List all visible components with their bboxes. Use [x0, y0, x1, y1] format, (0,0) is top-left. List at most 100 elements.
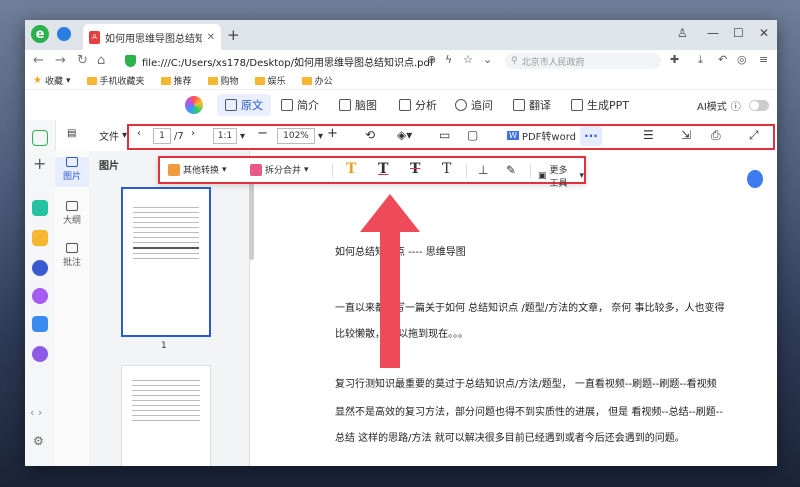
side-tab-images[interactable]: 图片 [55, 157, 89, 187]
tshirt-icon[interactable]: ♙ [677, 26, 688, 40]
menu-followup[interactable]: 追问 [447, 94, 501, 116]
collapse-rail-icon[interactable]: ‹ › [30, 406, 42, 419]
annotation-icon [66, 243, 78, 253]
rotate-icon[interactable]: ⟲ [365, 128, 375, 142]
bookmark-mobile[interactable]: 手机收藏夹 [86, 74, 145, 87]
text-strikethrough-icon[interactable]: T [410, 161, 420, 177]
split-merge-button[interactable]: 拆分合并 ▾ [250, 163, 309, 176]
document-icon [225, 99, 237, 111]
menu-mindmap[interactable]: 脑图 [331, 94, 385, 116]
thumbnail-scrollbar[interactable] [249, 180, 254, 260]
close-window-icon[interactable]: ✕ [759, 26, 769, 40]
pdf-file-icon: A [89, 30, 100, 44]
lightning-icon[interactable]: ϟ [445, 53, 452, 66]
read-mode-icon[interactable]: ▭ [439, 128, 450, 142]
more-tools-dropdown[interactable]: ▣ 更多工具 ▾ [538, 163, 584, 189]
forward-icon[interactable]: → [55, 53, 66, 68]
maximize-icon[interactable]: ☐ [733, 26, 744, 40]
add-rail-icon[interactable]: + [33, 154, 46, 173]
sidebar-toggle-icon[interactable]: ▤ [67, 128, 76, 139]
back-icon[interactable]: ← [33, 53, 44, 68]
prev-page-icon[interactable]: ‹ [137, 128, 141, 139]
zoom-out-icon[interactable]: − [257, 126, 268, 141]
bookmark-favorites[interactable]: ★ 收藏 ▾ [33, 74, 71, 87]
menu-summary[interactable]: 简介 [273, 94, 327, 116]
thumbnail-page-2[interactable] [121, 365, 211, 466]
search-input[interactable]: ⚲ 北京市人民政府 [505, 53, 661, 69]
page-indicator[interactable]: 1/7 [153, 128, 184, 144]
side-tab-outline[interactable]: 大纲 [55, 201, 89, 226]
signature-icon[interactable]: ✎ [506, 163, 516, 177]
zoom-icon[interactable]: ⊕ [427, 53, 436, 66]
browser-secondary-icon[interactable] [57, 27, 71, 41]
page-input[interactable]: 1 [153, 128, 171, 144]
home-icon[interactable]: ⌂ [97, 53, 105, 68]
stamp-icon[interactable]: ⊥ [478, 163, 488, 177]
help-icon[interactable]: ⓘ [731, 98, 741, 113]
url-field[interactable]: file:///C:/Users/xs178/Desktop/如何用思维导图总结… [125, 52, 449, 70]
text-underline-icon[interactable]: T [378, 161, 388, 177]
add-text-icon[interactable]: T [442, 161, 451, 177]
toolbox-icon: ▣ [538, 171, 547, 181]
more-tools-button[interactable]: ··· [580, 126, 602, 146]
extension-icon[interactable]: ✚ [670, 53, 679, 66]
close-tab-icon[interactable]: ✕ [207, 32, 215, 43]
ai-chat-rail-icon[interactable] [32, 316, 48, 332]
zoom-select[interactable]: 102% ▾ [277, 128, 323, 144]
menu-generate-ppt[interactable]: 生成PPT [563, 94, 637, 116]
mindmap-icon [339, 99, 351, 111]
floating-assistant-icon[interactable] [747, 170, 763, 188]
thumbnail-page-1[interactable] [121, 187, 211, 337]
chevron-down-icon[interactable]: ⌄ [483, 53, 492, 66]
print-icon[interactable]: ⎙ [711, 128, 721, 143]
menu-icon[interactable]: ≡ [759, 53, 768, 66]
bookmark-star-icon[interactable]: ☆ [463, 53, 473, 66]
bookmark-shopping[interactable]: 购物 [207, 74, 239, 87]
new-tab-icon[interactable]: + [227, 26, 240, 44]
folder-icon [86, 76, 97, 85]
tab-active[interactable]: A 如何用思维导图总结知识点.pdf ✕ [83, 24, 221, 50]
folder-icon [254, 76, 265, 85]
reload-icon[interactable]: ↻ [77, 53, 88, 68]
search-text-icon[interactable]: ☰ [643, 128, 654, 142]
download-icon[interactable]: ⤓ [698, 53, 703, 67]
ai-mode-switch[interactable] [748, 100, 769, 111]
text-highlight-icon[interactable]: T [346, 161, 356, 177]
next-page-icon[interactable]: › [191, 128, 195, 139]
ai-rail-icon[interactable] [32, 288, 48, 304]
fullscreen-icon[interactable]: ⤢ [749, 128, 759, 143]
highlight-color-icon[interactable]: ◈▾ [397, 128, 412, 142]
ai-logo-icon[interactable] [185, 96, 203, 114]
minimize-icon[interactable]: — [707, 26, 719, 40]
menu-original[interactable]: 原文 [217, 94, 271, 116]
star-rail-icon[interactable] [32, 230, 48, 246]
pdf-to-word-button[interactable]: W PDF转word [507, 128, 576, 143]
settings-icon[interactable]: ⚙ [33, 434, 44, 448]
other-convert-button[interactable]: 其他转换 ▾ [168, 163, 227, 176]
comment-icon[interactable]: ▢ [467, 128, 478, 142]
bot-rail-icon[interactable] [32, 346, 48, 362]
fit-select[interactable]: 1:1 ▾ [213, 128, 245, 144]
bookmark-office[interactable]: 办公 [301, 74, 333, 87]
file-menu[interactable]: 文件 ▾ [99, 128, 127, 143]
network-rail-icon[interactable] [32, 260, 48, 276]
export-icon[interactable]: ⇲ [681, 128, 691, 142]
thumbnail-panel: 图片 1 [89, 151, 250, 466]
thumbnail-title: 图片 [99, 161, 119, 172]
browser-logo-icon[interactable]: e [31, 25, 49, 43]
menu-translate[interactable]: 翻译 [505, 94, 559, 116]
zoom-in-icon[interactable]: + [327, 126, 338, 141]
side-tab-annotations[interactable]: 批注 [55, 243, 89, 268]
menu-analysis[interactable]: 分析 [391, 94, 445, 116]
bookmark-entertainment[interactable]: 娱乐 [254, 74, 286, 87]
home-rail-icon[interactable] [32, 130, 48, 146]
bookmark-recommend[interactable]: 推荐 [160, 74, 192, 87]
outline-icon [66, 201, 78, 211]
undo-icon[interactable]: ↶ [718, 53, 727, 66]
ai-mode-toggle[interactable]: AI模式 ⓘ [697, 98, 769, 113]
left-rail: + ‹ › ⚙ [25, 120, 56, 466]
ai-assistant-icon[interactable]: ◎ [737, 53, 747, 66]
folder-icon [301, 76, 312, 85]
pointer-arrow [360, 194, 420, 368]
app-rail-icon[interactable] [32, 200, 48, 216]
